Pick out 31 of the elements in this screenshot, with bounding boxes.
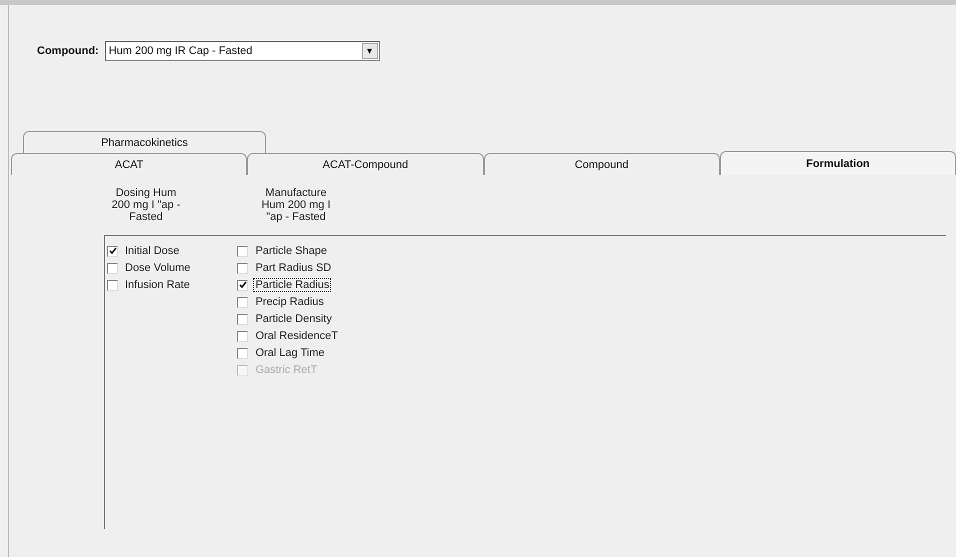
checkbox-label[interactable]: Precip Radius (253, 295, 326, 309)
checkbox[interactable] (237, 280, 248, 290)
checkbox-label[interactable]: Particle Radius (253, 278, 332, 292)
checkbox[interactable] (237, 314, 248, 324)
checkbox[interactable] (237, 246, 248, 256)
tab[interactable]: Pharmacokinetics (23, 131, 266, 153)
compound-label: Compound: (37, 45, 99, 57)
column-heading: Manufacture Hum 200 mg I "ap - Fasted (260, 187, 332, 223)
column-heading: Dosing Hum 200 mg I "ap - Fasted (110, 187, 182, 223)
checkbox[interactable] (107, 262, 118, 274)
compound-dropdown[interactable]: Hum 200 mg IR Cap - Fasted ▾ (104, 41, 380, 61)
checkbox-label[interactable]: Initial Dose (123, 244, 182, 258)
checkbox[interactable] (237, 348, 248, 358)
checkbox[interactable] (237, 262, 248, 274)
tab[interactable]: Compound (484, 153, 720, 175)
tab[interactable]: ACAT-Compound (247, 153, 484, 175)
checkbox-label[interactable]: Dose Volume (123, 261, 192, 275)
checkbox[interactable] (107, 246, 118, 256)
checkmark-icon (238, 281, 247, 289)
checkbox[interactable] (237, 296, 248, 308)
checkbox-label[interactable]: Infusion Rate (123, 278, 192, 292)
checkbox-label[interactable]: Oral ResidenceT (253, 329, 340, 343)
tab[interactable]: ACAT (11, 153, 248, 175)
checkbox[interactable] (107, 280, 118, 290)
checkbox-label[interactable]: Particle Shape (253, 244, 329, 258)
checkbox[interactable] (237, 330, 248, 342)
checkbox-label[interactable]: Part Radius SD (253, 261, 334, 275)
checkbox-label[interactable]: Oral Lag Time (253, 346, 327, 360)
checkmark-icon (108, 247, 116, 255)
tab[interactable]: Formulation (720, 151, 956, 175)
checkbox-label[interactable]: Particle Density (253, 312, 334, 326)
